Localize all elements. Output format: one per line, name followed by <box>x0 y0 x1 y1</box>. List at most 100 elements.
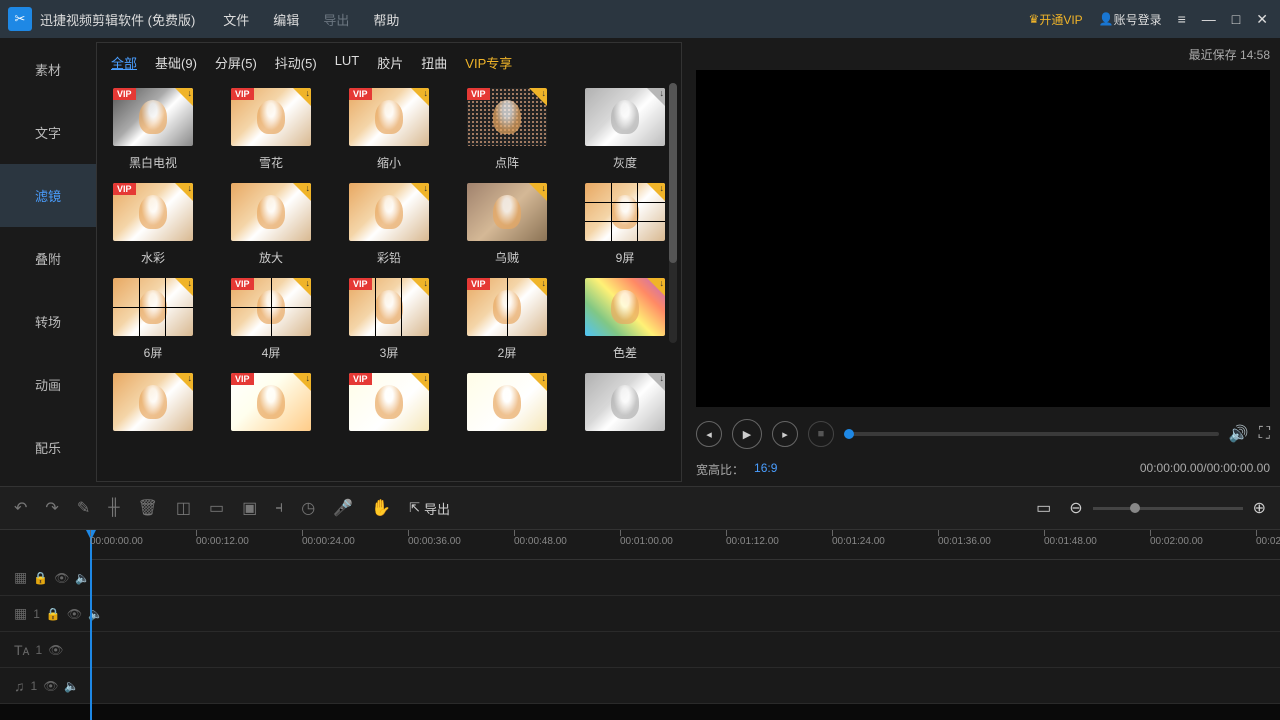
mic-icon[interactable]: 🎤 <box>333 498 353 518</box>
download-icon[interactable] <box>293 373 311 391</box>
sidenav-item-1[interactable]: 文字 <box>0 101 96 164</box>
tab-split[interactable]: 分屏(5) <box>215 53 257 72</box>
maximize-icon[interactable]: □ <box>1228 9 1244 30</box>
download-icon[interactable] <box>175 373 193 391</box>
time-ruler[interactable]: 00:00:00.0000:00:12.0000:00:24.0000:00:3… <box>90 530 1280 560</box>
download-icon[interactable] <box>293 278 311 296</box>
download-icon[interactable] <box>175 183 193 201</box>
sidenav-item-3[interactable]: 叠附 <box>0 227 96 290</box>
download-icon[interactable] <box>175 278 193 296</box>
filter-card[interactable]: 色差 <box>579 278 671 361</box>
tab-shake[interactable]: 抖动(5) <box>275 53 317 72</box>
download-icon[interactable] <box>411 278 429 296</box>
fit-icon[interactable]: ▭ <box>1036 498 1051 518</box>
filter-label: 9屏 <box>616 249 635 266</box>
filter-card[interactable]: 彩铅 <box>343 183 435 266</box>
filter-card[interactable]: VIP水彩 <box>107 183 199 266</box>
adjust-icon[interactable]: ⫞ <box>275 499 283 517</box>
login-button[interactable]: 👤 账号登录 <box>1099 11 1162 28</box>
zoom-out-icon[interactable]: ⊖ <box>1069 498 1082 518</box>
hand-icon[interactable]: ✋ <box>371 498 391 518</box>
sidenav-item-4[interactable]: 转场 <box>0 290 96 353</box>
scrollbar[interactable] <box>669 83 677 343</box>
filter-card[interactable]: VIP2屏 <box>461 278 553 361</box>
filter-card[interactable]: 放大 <box>225 183 317 266</box>
delete-icon[interactable]: 🗑 <box>138 498 158 518</box>
download-icon[interactable] <box>175 88 193 106</box>
download-icon[interactable] <box>293 183 311 201</box>
tab-vip[interactable]: VIP专享 <box>465 53 512 72</box>
zoom-in-icon[interactable]: ⊕ <box>1253 498 1266 518</box>
tab-basic[interactable]: 基础(9) <box>155 53 197 72</box>
close-icon[interactable]: ✕ <box>1252 9 1272 30</box>
filter-card[interactable]: 9屏 <box>579 183 671 266</box>
filter-card[interactable] <box>579 373 671 439</box>
filter-card[interactable]: VIP <box>225 373 317 439</box>
mask-icon[interactable]: ▣ <box>242 498 257 518</box>
play-button[interactable]: ▶ <box>732 419 762 449</box>
filter-card[interactable] <box>107 373 199 439</box>
download-icon[interactable] <box>647 183 665 201</box>
menu-edit[interactable]: 编辑 <box>273 10 299 29</box>
track-row[interactable]: Tᴀ1👁 <box>0 632 1280 668</box>
next-frame-button[interactable]: ▸ <box>772 421 798 447</box>
track-row[interactable]: ▦🔒👁🔈 <box>0 560 1280 596</box>
download-icon[interactable] <box>529 278 547 296</box>
filter-card[interactable]: 灰度 <box>579 88 671 171</box>
tab-lut[interactable]: LUT <box>335 53 360 72</box>
split-icon[interactable]: ╫ <box>108 499 119 517</box>
filter-card[interactable]: 6屏 <box>107 278 199 361</box>
filter-card[interactable]: VIP4屏 <box>225 278 317 361</box>
download-icon[interactable] <box>529 183 547 201</box>
download-icon[interactable] <box>529 88 547 106</box>
track-row[interactable]: ♫1👁🔈 <box>0 668 1280 704</box>
ratio-icon[interactable]: ▭ <box>209 498 224 518</box>
download-icon[interactable] <box>529 373 547 391</box>
stop-button[interactable]: ■ <box>808 421 834 447</box>
download-icon[interactable] <box>411 373 429 391</box>
zoom-slider[interactable] <box>1093 507 1243 510</box>
track-row[interactable]: ▦1🔒👁🔈 <box>0 596 1280 632</box>
filter-card[interactable]: 乌贼 <box>461 183 553 266</box>
redo-icon[interactable]: ↷ <box>45 498 58 518</box>
filter-tabs: 全部 基础(9) 分屏(5) 抖动(5) LUT 胶片 扭曲 VIP专享 <box>97 43 681 82</box>
download-icon[interactable] <box>647 278 665 296</box>
fullscreen-icon[interactable]: ⛶ <box>1259 425 1270 443</box>
tab-all[interactable]: 全部 <box>111 53 137 72</box>
sidenav-item-5[interactable]: 动画 <box>0 353 96 416</box>
minimize-icon[interactable]: — <box>1198 9 1220 30</box>
sidenav-item-0[interactable]: 素材 <box>0 38 96 101</box>
ruler-tick: 00:00:48.00 <box>514 536 567 547</box>
menu-export[interactable]: 导出 <box>323 10 349 29</box>
filter-card[interactable]: VIP <box>343 373 435 439</box>
volume-icon[interactable]: 🔊 <box>1229 424 1249 444</box>
filter-card[interactable]: VIP点阵 <box>461 88 553 171</box>
menu-help[interactable]: 帮助 <box>373 10 399 29</box>
download-icon[interactable] <box>647 373 665 391</box>
progress-bar[interactable] <box>844 432 1219 436</box>
download-icon[interactable] <box>293 88 311 106</box>
filter-card[interactable]: VIP黑白电视 <box>107 88 199 171</box>
crop-icon[interactable]: ◫ <box>176 498 191 518</box>
menu-file[interactable]: 文件 <box>223 10 249 29</box>
prev-frame-button[interactable]: ◂ <box>696 421 722 447</box>
filter-card[interactable]: VIP3屏 <box>343 278 435 361</box>
filter-card[interactable]: VIP雪花 <box>225 88 317 171</box>
vip-button[interactable]: ♛ 开通VIP <box>1029 11 1083 28</box>
download-icon[interactable] <box>411 88 429 106</box>
download-icon[interactable] <box>411 183 429 201</box>
sidenav-item-2[interactable]: 滤镜 <box>0 164 96 227</box>
export-button[interactable]: ⇱ 导出 <box>409 499 450 518</box>
speed-icon[interactable]: ◷ <box>301 498 315 518</box>
menu-icon[interactable]: ≡ <box>1174 9 1190 30</box>
aspect-value[interactable]: 16:9 <box>754 461 777 478</box>
filter-card[interactable] <box>461 373 553 439</box>
tab-distort[interactable]: 扭曲 <box>421 53 447 72</box>
tab-film[interactable]: 胶片 <box>377 53 403 72</box>
undo-icon[interactable]: ↶ <box>14 498 27 518</box>
playhead[interactable] <box>90 530 92 720</box>
download-icon[interactable] <box>647 88 665 106</box>
edit-icon[interactable]: ✎ <box>77 498 90 518</box>
filter-card[interactable]: VIP缩小 <box>343 88 435 171</box>
sidenav-item-6[interactable]: 配乐 <box>0 416 96 479</box>
